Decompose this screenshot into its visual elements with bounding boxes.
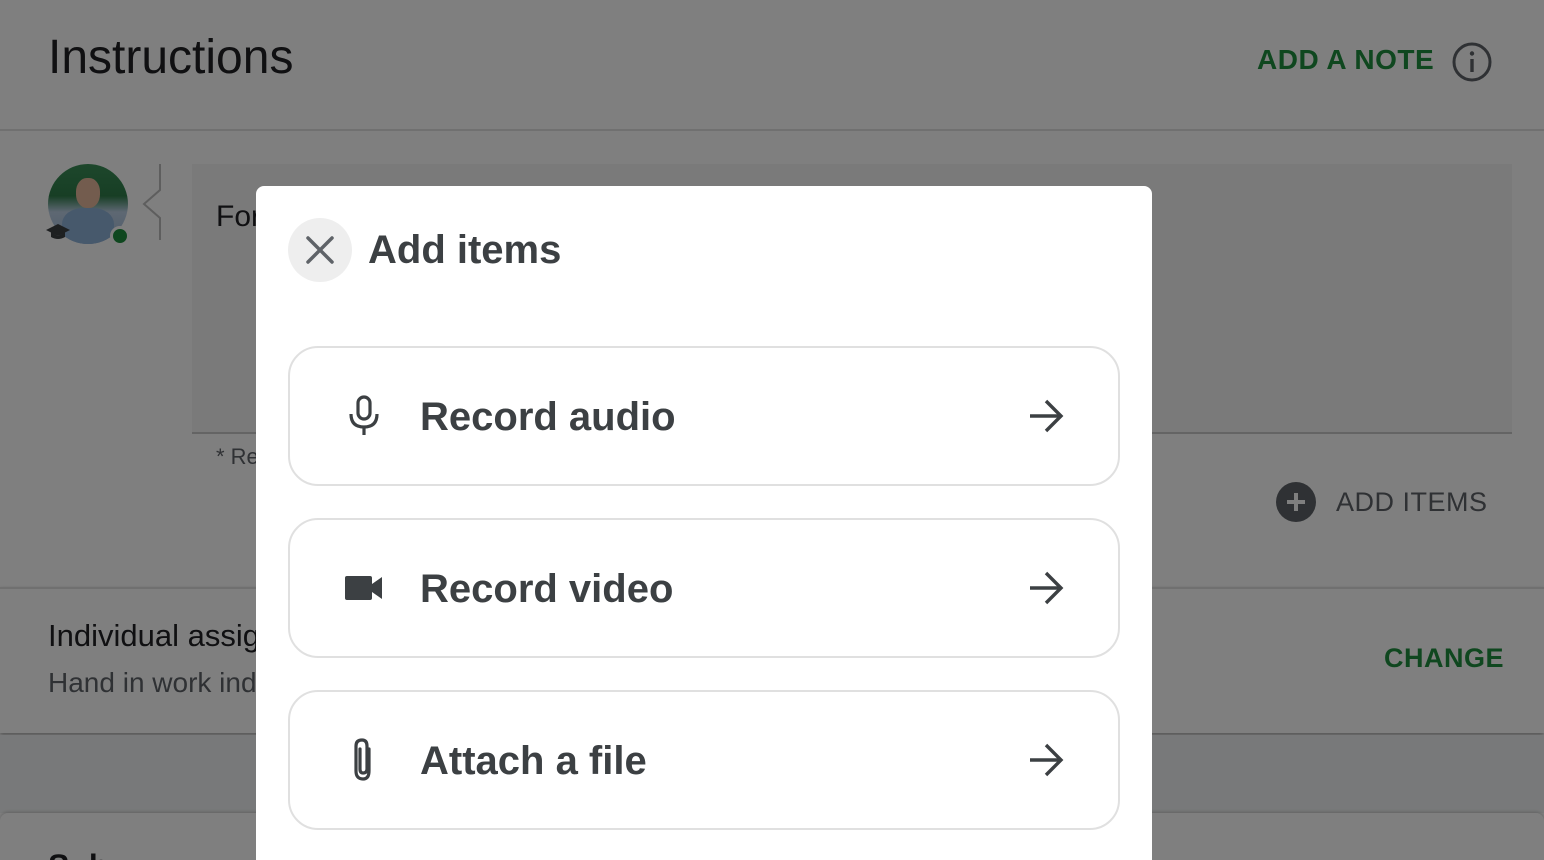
dialog-title: Add items <box>368 228 562 272</box>
close-button[interactable] <box>288 218 352 282</box>
arrow-right-icon <box>1030 399 1064 433</box>
arrow-right-icon <box>1030 571 1064 605</box>
video-camera-icon <box>342 566 386 610</box>
add-items-dialog: Add items Record audio Record video Atta… <box>256 186 1152 860</box>
record-audio-option[interactable]: Record audio <box>288 346 1120 486</box>
record-video-option[interactable]: Record video <box>288 518 1120 658</box>
arrow-right-icon <box>1030 743 1064 777</box>
attach-file-option[interactable]: Attach a file <box>288 690 1120 830</box>
record-audio-label: Record audio <box>420 395 676 439</box>
attach-file-label: Attach a file <box>420 739 647 783</box>
paperclip-icon <box>342 738 386 782</box>
close-icon <box>306 236 334 264</box>
microphone-icon <box>342 394 386 438</box>
record-video-label: Record video <box>420 567 674 611</box>
